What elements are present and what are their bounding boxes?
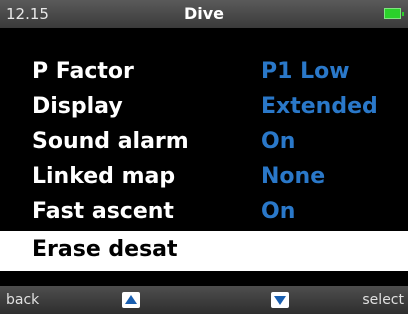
menu-item-fast-ascent[interactable]: Fast ascent On [0, 196, 408, 231]
menu-item-label: Erase desat [32, 237, 178, 262]
menu-item-erase-desat[interactable]: Erase desat [0, 231, 408, 271]
menu-item-label: Fast ascent [32, 199, 174, 224]
menu-item-value: Extended [261, 94, 378, 119]
menu-item-label: Linked map [32, 164, 176, 189]
arrow-up-icon[interactable] [122, 292, 140, 308]
select-button[interactable]: select [362, 292, 404, 308]
menu-item-p-factor[interactable]: P Factor P1 Low [0, 56, 408, 91]
menu-item-sound-alarm[interactable]: Sound alarm On [0, 126, 408, 161]
settings-menu: P Factor P1 Low Display Extended Sound a… [0, 56, 408, 271]
status-bar: 12.15 Dive [0, 0, 408, 28]
menu-item-value: None [261, 164, 326, 189]
menu-item-value: On [261, 129, 296, 154]
menu-item-display[interactable]: Display Extended [0, 91, 408, 126]
softkey-bar: back select [0, 286, 408, 314]
screen-title: Dive [183, 4, 225, 23]
menu-item-value: On [261, 199, 296, 224]
menu-item-label: Display [32, 94, 123, 119]
menu-item-linked-map[interactable]: Linked map None [0, 161, 408, 196]
menu-item-label: P Factor [32, 59, 134, 84]
battery-full-icon [384, 8, 404, 19]
menu-item-label: Sound alarm [32, 129, 189, 154]
arrow-down-icon[interactable] [271, 292, 289, 308]
back-button[interactable]: back [6, 292, 39, 308]
menu-item-value: P1 Low [261, 59, 350, 84]
